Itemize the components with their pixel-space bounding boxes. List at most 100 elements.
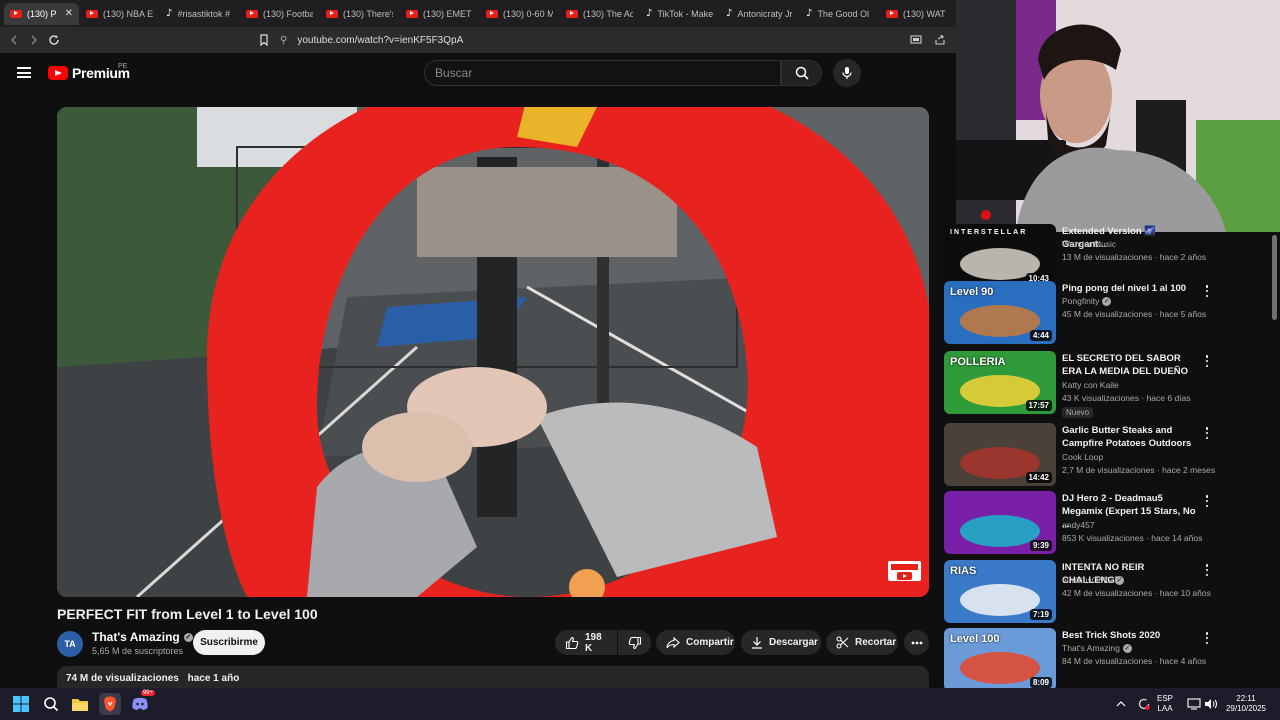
recommendation-title[interactable]: EL SECRETO DEL SABOR ERA LA MEDIA DEL DU… bbox=[1062, 352, 1202, 378]
subscribe-watermark-icon[interactable] bbox=[888, 561, 921, 581]
recommendation-meta: 13 M de visualizaciones · hace 2 años bbox=[1062, 252, 1207, 262]
dislike-button[interactable] bbox=[618, 630, 651, 655]
youtube-icon bbox=[486, 9, 499, 18]
browser-tab[interactable]: ♪ Antonicraty Jr bbox=[720, 3, 799, 25]
video-thumbnail[interactable]: Level 100 8:09 bbox=[944, 628, 1056, 691]
discord-badge: 99+ bbox=[140, 690, 155, 696]
volume-icon[interactable] bbox=[1200, 693, 1222, 715]
recommendation-channel[interactable]: Katty con Kaile bbox=[1062, 380, 1119, 390]
chevron-up-icon[interactable] bbox=[1110, 693, 1132, 715]
video-thumbnail[interactable]: 9:39 bbox=[944, 491, 1056, 554]
recommendation-channel[interactable]: elrubiusOMG ✓ bbox=[1062, 575, 1125, 585]
more-options-icon[interactable] bbox=[1203, 495, 1211, 507]
browser-tab[interactable]: (130) The Acc bbox=[560, 3, 639, 25]
recommendation-channel[interactable]: That's Amazing ✓ bbox=[1062, 643, 1132, 653]
site-info-icon[interactable]: ⚲ bbox=[280, 35, 287, 46]
like-count: 198 K bbox=[585, 631, 602, 654]
channel-label: That's Amazing bbox=[1062, 643, 1120, 653]
channel-name: That's Amazing bbox=[92, 630, 180, 644]
recommendation-channel[interactable]: Cook Loop bbox=[1062, 452, 1103, 462]
language-indicator[interactable]: ESP LAA bbox=[1157, 694, 1173, 714]
recommendation-item[interactable]: Level 90 4:44 Ping pong del nivel 1 al 100… bbox=[944, 281, 1274, 347]
download-label: Descargar bbox=[769, 637, 818, 648]
upload-age: hace 1 año bbox=[187, 673, 240, 684]
video-thumbnail[interactable]: RIAS 7:19 bbox=[944, 560, 1056, 623]
more-options-icon[interactable] bbox=[1203, 427, 1211, 439]
close-tab-icon[interactable]: ✕ bbox=[65, 8, 73, 19]
search-icon bbox=[795, 66, 809, 80]
recommendation-item[interactable]: POLLERIA 17:57 EL SECRETO DEL SABOR ERA LA… bbox=[944, 351, 1274, 418]
windows-start-icon[interactable] bbox=[10, 693, 32, 715]
more-actions-button[interactable] bbox=[904, 630, 929, 655]
browser-tab-label: (130) WAT bbox=[903, 8, 946, 19]
browser-tab[interactable]: ♪ The Good Ol bbox=[800, 3, 879, 25]
bookmark-button[interactable] bbox=[254, 30, 274, 50]
reload-button[interactable] bbox=[44, 30, 64, 50]
recommendation-item[interactable]: RIAS 7:19 INTENTA NO REIR CHALLENGE elrubiu… bbox=[944, 560, 1274, 626]
sidebar-scrollbar[interactable] bbox=[1272, 235, 1277, 320]
search-input[interactable] bbox=[435, 66, 780, 80]
video-thumbnail[interactable]: Level 90 4:44 bbox=[944, 281, 1056, 344]
subscribe-button[interactable]: Suscribirme bbox=[193, 630, 265, 655]
browser-tab[interactable]: (130) NBA Em bbox=[80, 3, 159, 25]
voice-search-button[interactable] bbox=[833, 59, 861, 87]
thumbnail-text: INTERSTELLAR bbox=[950, 229, 1028, 236]
browser-tab[interactable]: ♪ TikTok - Make bbox=[640, 3, 719, 25]
recommendation-item[interactable]: 9:39 DJ Hero 2 - Deadmau5 Megamix (Expert… bbox=[944, 491, 1274, 557]
clock[interactable]: 22:11 29/10/2025 bbox=[1222, 694, 1270, 714]
browser-tab[interactable]: ♪ #risastiktok # bbox=[160, 3, 239, 25]
youtube-logo-icon bbox=[48, 66, 68, 80]
browser-tab[interactable]: (130) WAT bbox=[880, 3, 959, 25]
browser-tab[interactable]: (130) P ✕ bbox=[4, 2, 80, 25]
thumbs-down-icon bbox=[628, 636, 641, 649]
webcam-overlay bbox=[956, 0, 1280, 232]
browser-tab[interactable]: (130) Football bbox=[240, 3, 319, 25]
file-explorer-icon[interactable] bbox=[69, 693, 91, 715]
more-options-icon[interactable] bbox=[1203, 285, 1211, 297]
youtube-header: Premium PE bbox=[0, 53, 960, 93]
browser-tab-label: (130) P bbox=[27, 8, 57, 19]
forward-button[interactable] bbox=[24, 30, 44, 50]
browser-tab[interactable]: (130) There's bbox=[320, 3, 399, 25]
cast-icon bbox=[910, 35, 922, 44]
share-button[interactable]: Compartir bbox=[656, 630, 735, 655]
download-button[interactable]: Descargar bbox=[741, 630, 821, 655]
webcam-image bbox=[956, 0, 1280, 232]
video-thumbnail[interactable]: INTERSTELLAR 10:43 bbox=[944, 224, 1056, 287]
menu-icon[interactable] bbox=[17, 67, 31, 78]
youtube-icon bbox=[406, 9, 419, 18]
clip-button[interactable]: Recortar bbox=[826, 630, 898, 655]
recommendation-title[interactable]: Garlic Butter Steaks and Campfire Potato… bbox=[1062, 424, 1202, 450]
keyboard-layout: LAA bbox=[1157, 704, 1173, 713]
search-taskbar-icon[interactable] bbox=[40, 693, 62, 715]
discord-icon[interactable]: 99+ bbox=[129, 690, 155, 715]
thumbnail-text: Level 90 bbox=[950, 286, 994, 298]
browser-tab-label: (130) 0-60 M bbox=[503, 8, 554, 19]
recommendation-item[interactable]: Level 100 8:09 Best Trick Shots 2020 That's… bbox=[944, 628, 1274, 694]
sync-tray-icon[interactable] bbox=[1133, 693, 1155, 715]
more-options-icon[interactable] bbox=[1203, 632, 1211, 644]
video-player[interactable] bbox=[57, 107, 929, 597]
recommendation-channel[interactable]: andy457 bbox=[1062, 520, 1095, 530]
cast-button[interactable] bbox=[906, 30, 926, 50]
description-box[interactable]: 74 M de visualizaciones hace 1 año bbox=[57, 666, 929, 690]
recommendation-channel[interactable]: Pongfinity ✓ bbox=[1062, 296, 1112, 306]
recommendation-channel[interactable]: Wonder Music bbox=[1062, 239, 1116, 249]
more-options-icon[interactable] bbox=[1203, 355, 1211, 367]
channel-name-link[interactable]: That's Amazing ✓ bbox=[92, 630, 193, 644]
recommendation-title[interactable]: Best Trick Shots 2020 bbox=[1062, 629, 1202, 642]
channel-avatar[interactable]: TA bbox=[57, 631, 83, 657]
video-thumbnail[interactable]: 14:42 bbox=[944, 423, 1056, 486]
back-button[interactable] bbox=[4, 30, 24, 50]
browser-tab[interactable]: (130) 0-60 M bbox=[480, 3, 559, 25]
recommendation-title[interactable]: Ping pong del nivel 1 al 100 bbox=[1062, 282, 1202, 295]
like-button[interactable]: 198 K bbox=[555, 630, 617, 655]
url-field[interactable]: ⚲ youtube.com/watch?v=ienKF5F3QpA bbox=[280, 30, 930, 50]
browser-tab[interactable]: (130) EMET S bbox=[400, 3, 479, 25]
share-page-button[interactable] bbox=[930, 30, 950, 50]
video-thumbnail[interactable]: POLLERIA 17:57 bbox=[944, 351, 1056, 414]
brave-browser-icon[interactable] bbox=[99, 693, 121, 715]
recommendation-item[interactable]: 14:42 Garlic Butter Steaks and Campfire P… bbox=[944, 423, 1274, 489]
search-button[interactable] bbox=[781, 60, 822, 86]
more-options-icon[interactable] bbox=[1203, 564, 1211, 576]
